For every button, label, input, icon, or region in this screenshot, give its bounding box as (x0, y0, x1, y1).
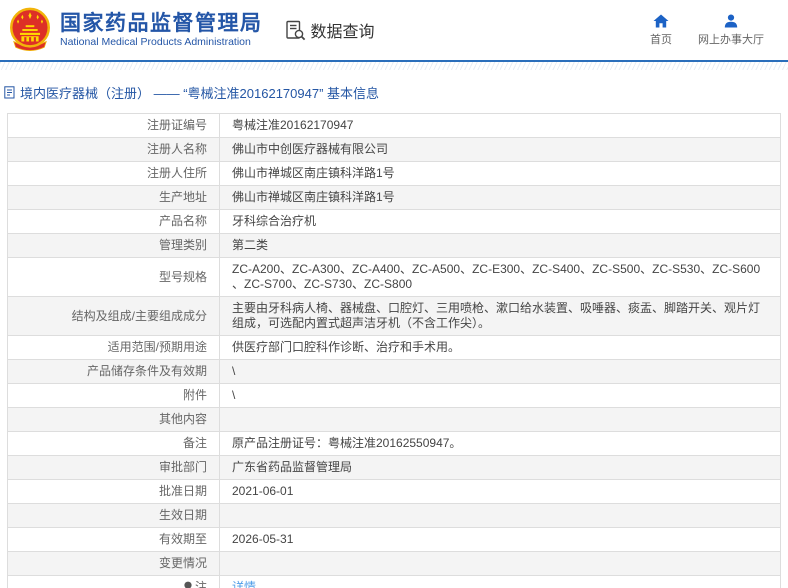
data-query-label: 数据查询 (310, 24, 375, 41)
row-value: 佛山市禅城区南庄镇科洋路1号 (219, 161, 781, 186)
table-row: 结构及组成/主要组成成分 主要由牙科病人椅、器械盘、口腔灯、三用喷枪、漱口给水装置… (7, 296, 781, 336)
row-label: 生效日期 (7, 503, 220, 528)
table-row: 附件 \ (7, 383, 781, 408)
row-value: 主要由牙科病人椅、器械盘、口腔灯、三用喷枪、漱口给水装置、吸唾器、痰盂、脚踏开关… (219, 296, 781, 336)
page: 国家药品监督管理局 National Medical Products Admi… (0, 0, 788, 588)
table-row: 注 详情 (7, 575, 781, 588)
nav-data-query[interactable]: 数据查询 (285, 18, 375, 42)
row-label: 注册人住所 (7, 161, 220, 186)
header-right-nav: 首页 网上办事大厅 (650, 14, 774, 47)
table-row: 产品名称 牙科综合治疗机 (7, 209, 781, 234)
breadcrumb-text: 境内医疗器械（注册） —— “粤械注准20162170947” 基本信息 (20, 86, 380, 101)
info-table: 注册证编号 粤械注准20162170947 注册人名称 佛山市中创医疗器械有限公司 … (7, 113, 781, 588)
row-value (219, 407, 781, 432)
nav-service-hall-label: 网上办事大厅 (698, 33, 764, 46)
data-query-icon (285, 20, 306, 41)
breadcrumb: 境内医疗器械（注册） —— “粤械注准20162170947” 基本信息 (0, 70, 788, 113)
home-icon (653, 14, 669, 28)
row-label: 管理类别 (7, 233, 220, 258)
nav-service-hall[interactable]: 网上办事大厅 (698, 14, 764, 47)
row-value: 佛山市中创医疗器械有限公司 (219, 137, 781, 162)
row-label: 有效期至 (7, 527, 220, 552)
national-emblem-logo (8, 7, 52, 53)
table-row: 其他内容 (7, 407, 781, 432)
row-label: 适用范围/预期用途 (7, 335, 220, 360)
info-table-wrap: 注册证编号 粤械注准20162170947 注册人名称 佛山市中创医疗器械有限公司 … (0, 113, 788, 588)
document-icon (4, 86, 15, 99)
row-label: 附件 (7, 383, 220, 408)
table-row: 批准日期 2021-06-01 (7, 479, 781, 504)
note-icon (183, 581, 193, 588)
table-row: 适用范围/预期用途 供医疗部门口腔科作诊断、治疗和手术用。 (7, 335, 781, 360)
note-label: 注 (194, 580, 207, 588)
row-value (219, 503, 781, 528)
table-row: 管理类别 第二类 (7, 233, 781, 258)
brand-text: 国家药品监督管理局 National Medical Products Admi… (60, 12, 263, 49)
site-title: 国家药品监督管理局 (60, 11, 263, 35)
row-value-note: 详情 (219, 575, 781, 588)
row-value: \ (219, 383, 781, 408)
row-value: 2026-05-31 (219, 527, 781, 552)
table-row: 生效日期 (7, 503, 781, 528)
row-label: 产品名称 (7, 209, 220, 234)
row-label: 审批部门 (7, 455, 220, 480)
hatch-band (0, 62, 788, 70)
row-label: 批准日期 (7, 479, 220, 504)
row-value: 原产品注册证号：粤械注准20162550947。 (219, 431, 781, 456)
nav-home[interactable]: 首页 (650, 14, 672, 47)
row-label: 型号规格 (7, 257, 220, 297)
row-value: ZC-A200、ZC-A300、ZC-A400、ZC-A500、ZC-E300、… (219, 257, 781, 297)
table-row: 备注 原产品注册证号：粤械注准20162550947。 (7, 431, 781, 456)
row-label: 其他内容 (7, 407, 220, 432)
row-label: 结构及组成/主要组成成分 (7, 296, 220, 336)
row-value: 供医疗部门口腔科作诊断、治疗和手术用。 (219, 335, 781, 360)
table-row: 注册证编号 粤械注准20162170947 (7, 113, 781, 138)
table-row: 型号规格 ZC-A200、ZC-A300、ZC-A400、ZC-A500、ZC-E… (7, 257, 781, 297)
header: 国家药品监督管理局 National Medical Products Admi… (0, 0, 788, 60)
row-label: 生产地址 (7, 185, 220, 210)
row-value (219, 551, 781, 576)
row-value: 粤械注准20162170947 (219, 113, 781, 138)
row-label-note: 注 (7, 575, 220, 588)
row-value: 第二类 (219, 233, 781, 258)
row-value: 佛山市禅城区南庄镇科洋路1号 (219, 185, 781, 210)
table-row: 有效期至 2026-05-31 (7, 527, 781, 552)
table-row: 变更情况 (7, 551, 781, 576)
user-icon (724, 14, 738, 28)
row-label: 变更情况 (7, 551, 220, 576)
table-row: 产品储存条件及有效期 \ (7, 359, 781, 384)
table-row: 生产地址 佛山市禅城区南庄镇科洋路1号 (7, 185, 781, 210)
brand: 国家药品监督管理局 National Medical Products Admi… (8, 7, 263, 53)
table-row: 注册人住所 佛山市禅城区南庄镇科洋路1号 (7, 161, 781, 186)
row-value: 广东省药品监督管理局 (219, 455, 781, 480)
nav-home-label: 首页 (650, 33, 672, 46)
row-value: 2021-06-01 (219, 479, 781, 504)
site-subtitle: National Medical Products Administration (60, 35, 251, 48)
row-label: 注册证编号 (7, 113, 220, 138)
row-label: 注册人名称 (7, 137, 220, 162)
table-row: 审批部门 广东省药品监督管理局 (7, 455, 781, 480)
row-value: 牙科综合治疗机 (219, 209, 781, 234)
row-value: \ (219, 359, 781, 384)
row-label: 产品储存条件及有效期 (7, 359, 220, 384)
row-label: 备注 (7, 431, 220, 456)
table-row: 注册人名称 佛山市中创医疗器械有限公司 (7, 137, 781, 162)
detail-link[interactable]: 详情 (232, 580, 256, 588)
